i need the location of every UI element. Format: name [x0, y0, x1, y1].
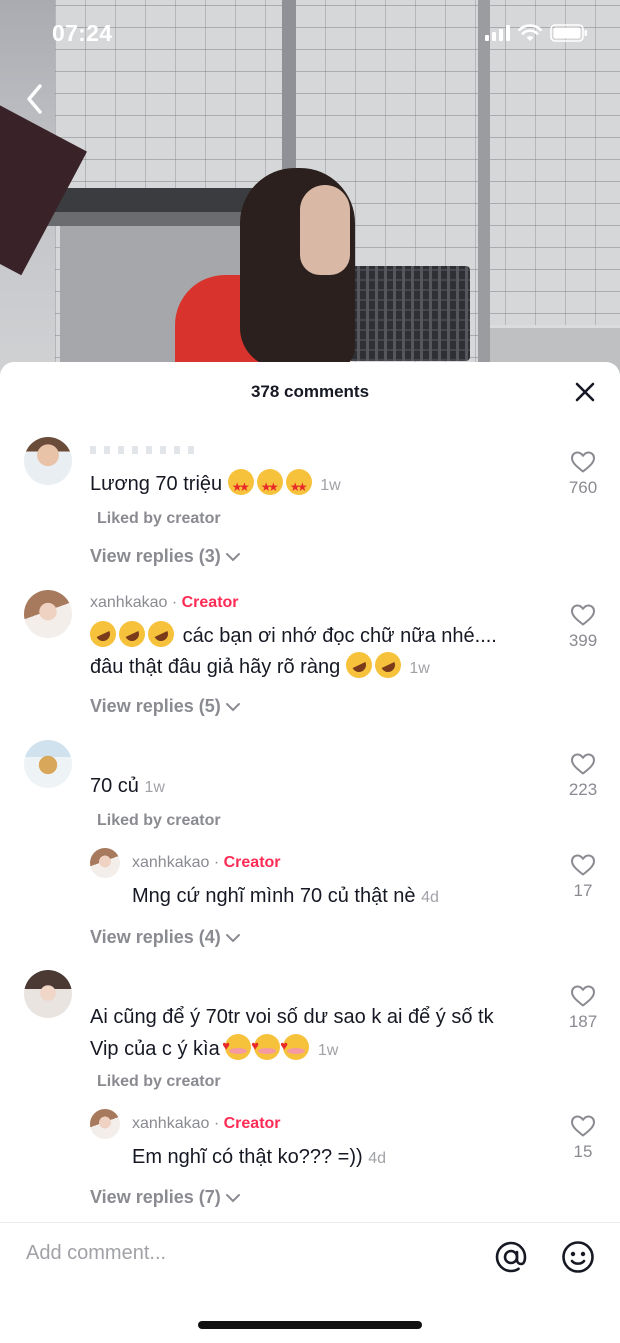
like-count: 223 [568, 780, 598, 799]
view-replies-label: View replies (3) [90, 546, 221, 566]
reply-body: Mng cứ nghĩ mình 70 củ thật nè [132, 885, 416, 907]
smiling-hearts-emoji-icon [222, 1030, 252, 1061]
reply-text: Mng cứ nghĩ mình 70 củ thật nè 4d [132, 881, 439, 913]
reply-author: xanhkakao · Creator [132, 1115, 281, 1133]
view-replies-button[interactable]: View replies (7) [90, 1187, 241, 1208]
comment-timestamp: 1w [409, 660, 430, 677]
like-button[interactable]: 399 [553, 603, 613, 651]
rofl-emoji-icon [143, 616, 179, 652]
heart-icon [571, 854, 595, 876]
chevron-down-icon [225, 702, 240, 711]
avatar[interactable] [24, 740, 72, 788]
chevron-down-icon [225, 552, 240, 561]
comments-count-title: 378 comments [250, 382, 370, 401]
chevron-down-icon [225, 1193, 240, 1202]
star-struck-emoji-icon [227, 469, 254, 503]
comment-body: Lương 70 triệu [90, 473, 223, 495]
comment-text: Ai cũng để ý 70tr voi số dư sao k ai để … [90, 1002, 494, 1033]
heart-icon [571, 604, 595, 626]
smiling-hearts-emoji-icon [251, 1030, 281, 1061]
reply-body: Em nghĩ có thật ko??? =)) [132, 1146, 363, 1168]
view-replies-button[interactable]: View replies (3) [90, 546, 241, 567]
comment-text-line2: Vip của c ý kìa 1w [90, 1030, 339, 1066]
view-replies-button[interactable]: View replies (5) [90, 696, 241, 717]
like-count: 17 [573, 881, 593, 900]
liked-by-creator: Liked by creator [97, 1073, 221, 1090]
avatar[interactable] [24, 437, 72, 485]
rofl-emoji-icon [85, 616, 121, 652]
heart-icon [571, 753, 595, 775]
like-button[interactable]: 223 [553, 752, 613, 800]
view-replies-label: View replies (4) [90, 927, 221, 947]
like-count: 760 [568, 478, 598, 497]
smiling-hearts-emoji-icon [280, 1030, 310, 1061]
like-count: 399 [568, 631, 598, 650]
comment-text: các bạn ơi nhớ đọc chữ nữa nhé.... [85, 616, 497, 652]
heart-icon [571, 451, 595, 473]
like-button[interactable]: 760 [553, 450, 613, 498]
comment-body: 70 củ [90, 775, 139, 797]
reply-like-button[interactable]: 15 [553, 1114, 613, 1162]
star-struck-emoji-icon [285, 469, 312, 503]
separator-dot: · [171, 594, 178, 611]
comment-text-line2: đâu thật đâu giả hãy rõ ràng 1w [90, 647, 430, 684]
reply-author: xanhkakao · Creator [132, 854, 281, 872]
like-count: 187 [568, 1012, 598, 1031]
username[interactable]: xanhkakao [90, 594, 167, 611]
username[interactable]: xanhkakao [132, 1115, 209, 1132]
battery-icon [550, 24, 587, 42]
heart-icon [571, 985, 595, 1007]
mention-at-icon[interactable] [494, 1240, 528, 1274]
emoji-picker-icon[interactable] [561, 1240, 595, 1274]
like-button[interactable]: 187 [553, 984, 613, 1032]
comment-body-line1: các bạn ơi nhớ đọc chữ nữa nhé.... [182, 625, 497, 647]
comment-timestamp: 1w [320, 477, 341, 494]
avatar[interactable] [24, 970, 72, 1018]
comment-author: xanhkakao · Creator [90, 594, 239, 612]
avatar[interactable] [24, 590, 72, 638]
reply-timestamp: 4d [368, 1150, 387, 1167]
wifi-icon [518, 24, 542, 41]
view-replies-button[interactable]: View replies (4) [90, 927, 241, 948]
add-comment-input[interactable]: Add comment... [26, 1242, 166, 1265]
comment-body-line1: Ai cũng để ý 70tr voi số dư sao k ai để … [90, 1006, 494, 1028]
status-time: 07:24 [52, 20, 113, 46]
like-count: 15 [573, 1142, 593, 1161]
reply-like-button[interactable]: 17 [553, 853, 613, 901]
star-struck-emoji-icon [256, 469, 283, 503]
creator-badge: Creator [223, 1115, 281, 1132]
view-replies-label: View replies (7) [90, 1187, 221, 1207]
separator-dot: · [213, 854, 220, 871]
rofl-emoji-icon [370, 647, 406, 683]
comment-timestamp: 1w [144, 779, 165, 796]
reply-timestamp: 4d [421, 889, 439, 906]
comment-body-line2: Vip của c ý kìa [90, 1038, 220, 1060]
username[interactable]: xanhkakao [132, 854, 209, 871]
liked-by-creator: Liked by creator [97, 812, 221, 829]
back-chevron-icon[interactable] [20, 80, 52, 118]
close-icon[interactable] [574, 381, 596, 403]
comment-text: Lương 70 triệu 1w [90, 469, 341, 503]
cellular-signal-icon [485, 25, 510, 41]
separator-dot: · [213, 1115, 220, 1132]
heart-icon [571, 1115, 595, 1137]
chevron-down-icon [225, 933, 240, 942]
video-background [0, 0, 620, 380]
rofl-emoji-icon [341, 647, 377, 683]
creator-badge: Creator [223, 854, 281, 871]
composer-divider [0, 1222, 620, 1223]
creator-badge: Creator [181, 594, 239, 611]
comment-body-line2: đâu thật đâu giả hãy rõ ràng [90, 656, 341, 678]
status-icons [485, 24, 588, 42]
comment-timestamp: 1w [317, 1042, 339, 1059]
home-indicator[interactable] [198, 1321, 422, 1329]
comment-text: 70 củ 1w [90, 771, 165, 803]
reply-text: Em nghĩ có thật ko??? =)) 4d [132, 1142, 386, 1174]
username-hidden [90, 446, 200, 454]
rofl-emoji-icon [114, 616, 150, 652]
view-replies-label: View replies (5) [90, 696, 221, 716]
reply-avatar[interactable] [90, 848, 120, 878]
reply-avatar[interactable] [90, 1109, 120, 1139]
liked-by-creator: Liked by creator [97, 510, 221, 527]
